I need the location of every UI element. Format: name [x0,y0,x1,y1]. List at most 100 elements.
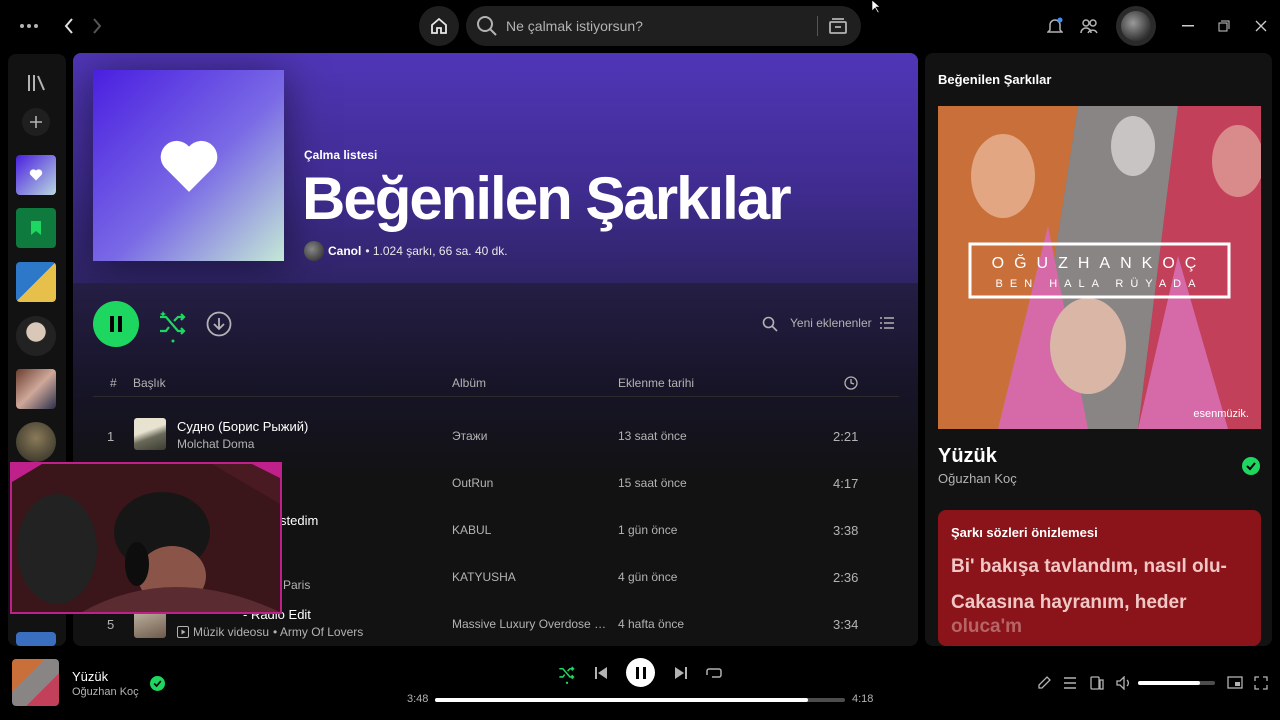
pause-icon [635,666,646,679]
col-title[interactable]: Başlık [133,376,166,390]
avatar[interactable] [1116,6,1156,46]
download-icon[interactable] [206,311,232,337]
track-album[interactable]: Massive Luxury Overdose (... [452,617,607,631]
close-icon[interactable] [1251,14,1271,38]
track-date-added: 13 saat önce [618,429,687,443]
saved-check-icon[interactable] [150,676,165,691]
liked-songs-item[interactable] [16,155,56,195]
now-playing-artist[interactable]: Oğuzhan Koç [938,471,1017,486]
cover-album-text: BEN HALA RÜYADA [996,278,1203,290]
playlist-item[interactable] [16,369,56,409]
track-artist[interactable]: • Army Of Lovers [273,625,363,639]
cover-artist-text: OĞUZHANKOÇ [992,253,1207,272]
queue-icon[interactable] [1063,676,1077,690]
track-artist[interactable]: Molchat Doma [177,437,254,451]
track-album[interactable]: KABUL [452,523,607,537]
play-pause-button[interactable] [93,301,139,347]
track-album[interactable]: Этажи [452,429,607,443]
elapsed-time: 3:48 [407,693,429,705]
play-pause-button[interactable] [626,658,655,687]
browse-icon[interactable] [828,17,848,35]
video-icon [177,626,189,638]
search-icon[interactable] [762,316,778,332]
lyrics-preview[interactable]: Şarkı sözleri önizlemesi Bi' bakışa tavl… [938,510,1261,646]
track-album[interactable]: OutRun [452,476,607,490]
back-icon[interactable] [58,14,80,38]
lyrics-header: Şarkı sözleri önizlemesi [951,525,1098,540]
connect-device-icon[interactable] [1090,676,1104,690]
bell-icon[interactable] [1044,14,1066,38]
now-playing-cover: OĞUZHANKOÇ BEN HALA RÜYADA esenmüzik. [938,106,1261,429]
player-cover[interactable] [12,659,59,706]
track-title[interactable]: Судно (Борис Рыжий) [177,419,308,434]
playlist-stats: • 1.024 şarkı, 66 sa. 40 dk. [365,244,508,258]
playlist-meta: Canol • 1.024 şarkı, 66 sa. 40 dk. [304,241,508,261]
search-bar[interactable]: Ne çalmak istiyorsun? [466,6,861,46]
clock-icon[interactable] [844,376,858,390]
total-time: 4:18 [852,693,874,705]
track-duration: 3:34 [833,617,859,632]
lyrics-line: oluca'm [951,616,1023,637]
playlist-item[interactable] [16,262,56,302]
previous-icon[interactable] [594,666,608,680]
more-icon[interactable] [16,14,42,38]
sort-dropdown[interactable]: Yeni eklenenler [790,316,894,330]
player-bar: Yüzük Oğuzhan Koç 3:48 4:18 [0,650,1280,720]
library-icon[interactable] [27,74,47,92]
mouse-cursor [871,0,881,14]
fullscreen-icon[interactable] [1254,676,1268,690]
player-song[interactable]: Yüzük [72,669,108,684]
volume-slider[interactable] [1138,681,1215,685]
repeat-icon[interactable] [706,666,722,680]
col-album[interactable]: Albüm [452,376,486,390]
track-artist-line: Müzik videosu • Army Of Lovers [177,625,363,639]
now-playing-panel: Beğenilen Şarkılar OĞUZHANKOÇ BEN HALA R… [925,53,1272,646]
track-artist[interactable]: Paris [283,578,310,592]
webcam-person [12,464,280,612]
saved-episodes-item[interactable] [16,208,56,248]
table-row[interactable]: 1 Судно (Борис Рыжий) Molchat Doma Этажи… [93,414,899,460]
next-icon[interactable] [674,666,688,680]
list-icon [879,317,894,329]
miniplayer-icon[interactable] [1227,676,1243,690]
playlist-header: Çalma listesi Beğenilen Şarkılar Canol •… [73,53,918,283]
track-date-added: 4 gün önce [618,570,678,584]
top-bar: Ne çalmak istiyorsun? [0,0,1280,52]
friends-icon[interactable] [1078,14,1100,38]
col-date-added[interactable]: Eklenme tarihi [618,376,694,390]
progress-bar[interactable] [435,698,845,702]
lyrics-line: Bi' bakışa tavlandım, nasıl olu- [951,556,1227,577]
lyrics-line: Cakasına hayranım, heder [951,592,1187,613]
heart-icon [160,140,217,192]
heart-icon [29,169,43,181]
track-duration: 2:36 [833,570,859,585]
artist-item[interactable] [16,422,56,462]
track-title[interactable]: stedim [280,513,318,528]
progress-fill [435,698,809,702]
playlist-item[interactable] [16,632,56,646]
now-playing-song[interactable]: Yüzük [938,445,997,468]
player-artist[interactable]: Oğuzhan Koç [72,686,139,698]
col-number: # [110,376,117,390]
saved-check-icon[interactable] [1242,457,1260,475]
restore-icon[interactable] [1214,14,1234,38]
volume-icon[interactable] [1116,676,1132,690]
artist-item[interactable] [16,316,56,356]
playlist-type: Çalma listesi [304,148,378,162]
create-button[interactable] [22,108,50,136]
forward-icon[interactable] [86,14,108,38]
track-duration: 3:38 [833,523,859,538]
home-button[interactable] [419,6,459,46]
smart-shuffle-icon[interactable] [158,309,188,343]
sort-label: Yeni eklenenler [790,316,872,330]
panel-title[interactable]: Beğenilen Şarkılar [938,72,1051,87]
smart-shuffle-icon[interactable] [558,664,576,684]
album-art: OĞUZHANKOÇ BEN HALA RÜYADA esenmüzik. [938,106,1261,429]
owner-link[interactable]: Canol [328,244,361,258]
track-album[interactable]: KATYUSHA [452,570,607,584]
search-input[interactable]: Ne çalmak istiyorsun? [506,18,643,34]
page-title: Beğenilen Şarkılar [302,165,792,232]
track-date-added: 1 gün önce [618,523,678,537]
now-playing-view-icon[interactable] [1037,676,1051,690]
minimize-icon[interactable] [1178,14,1198,38]
